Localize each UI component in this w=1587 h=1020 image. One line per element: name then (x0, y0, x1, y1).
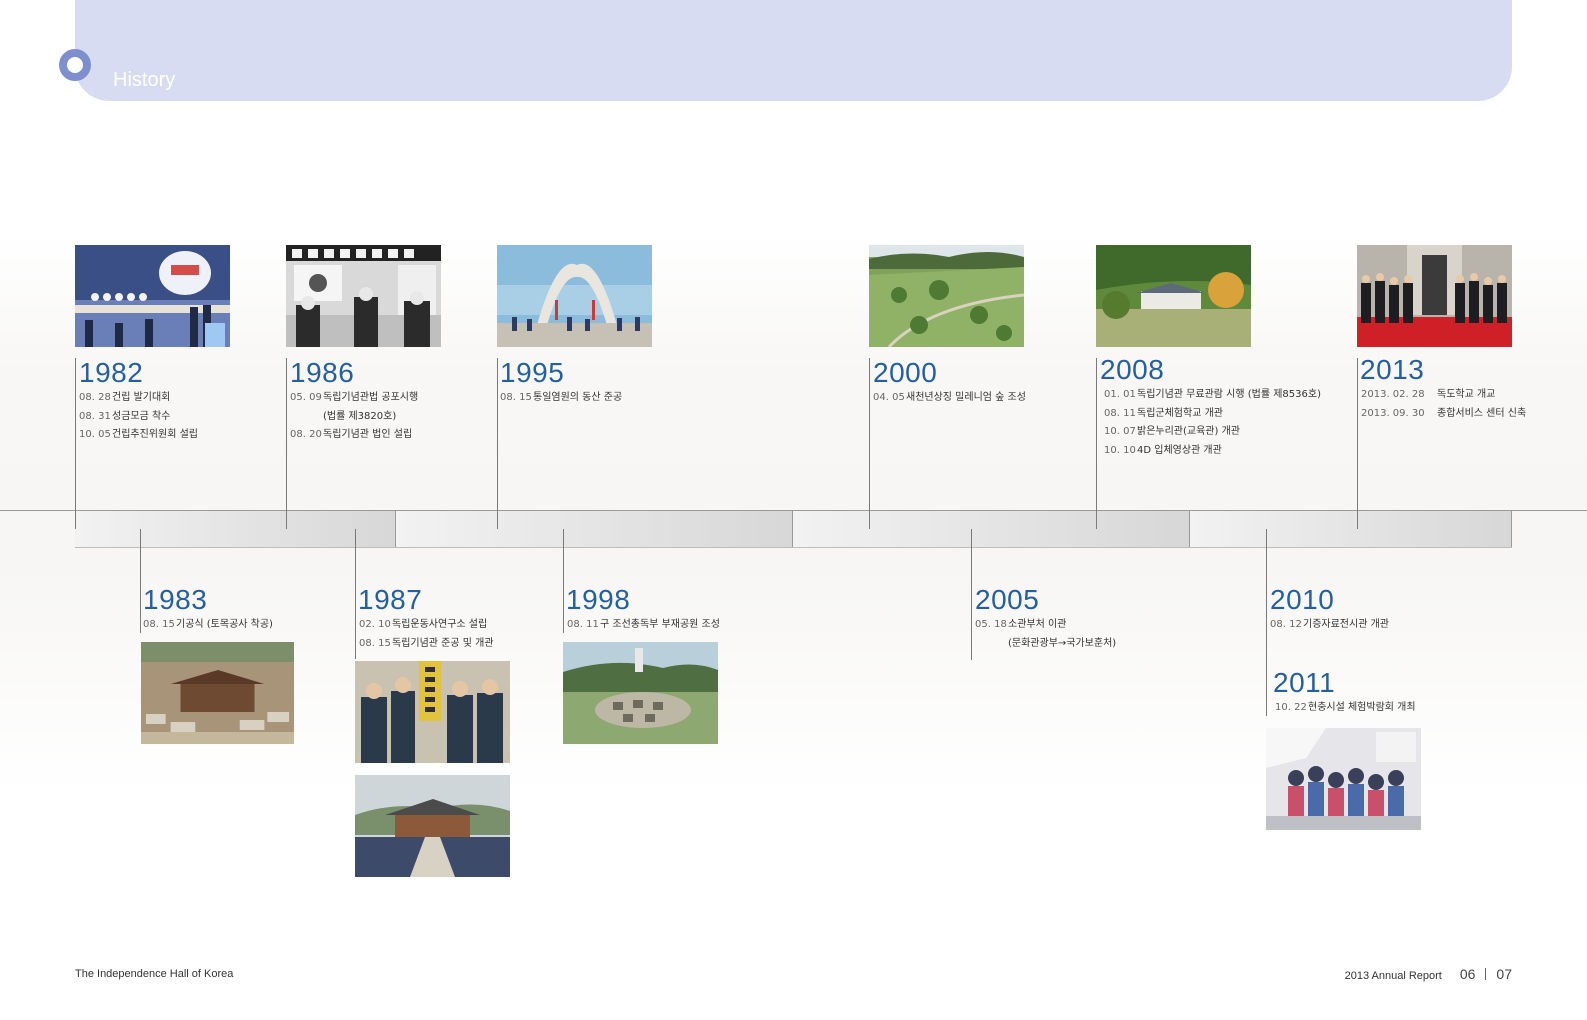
timeline-tick (563, 529, 564, 633)
year-1995: 1995 (500, 357, 565, 388)
year-2011: 2011 (1273, 667, 1336, 698)
list-item: 00. 00(법률 제3820호) (323, 410, 397, 422)
ring-icon (59, 49, 91, 81)
photo-1995-monument (497, 245, 652, 347)
list-item: 00. 00(문화관광부→국가보훈처) (1008, 637, 1117, 649)
timeline-tick (140, 529, 141, 633)
axis-segment (75, 511, 396, 548)
events-1982: 08. 28 건립 발기대회 08. 31 성금모금 착수 10. 05 건립추진위원… (79, 389, 198, 445)
photo-1986-meeting (286, 245, 441, 347)
events-2010: 08. 12 기증자료전시관 개관 (1270, 616, 1389, 635)
events-2008: 01. 01 독립기념관 무료관람 시행 (법률 제8536호) 08. 11 독립… (1104, 386, 1321, 461)
year-2000: 2000 (873, 357, 938, 388)
page-number-left: 06 (1459, 966, 1476, 982)
list-item: 08. 11 독립군체험학교 개관 (1104, 407, 1223, 419)
timeline-tick (75, 358, 76, 529)
events-1987: 02. 10 독립운동사연구소 설립 08. 15 독립기념관 준공 및 개관 (359, 616, 494, 653)
events-1998: 08. 11 구 조선총독부 부재공원 조성 (567, 616, 720, 635)
events-1995: 08. 15 통일염원의 동산 준공 (500, 389, 622, 408)
year-1982: 1982 (79, 357, 144, 388)
year-2008: 2008 (1100, 354, 1165, 385)
list-item: 08. 15 기공식 (토목공사 착공) (143, 619, 273, 630)
list-item: 02. 10 독립운동사연구소 설립 (359, 619, 488, 630)
timeline-tick (1096, 358, 1097, 529)
list-item: 05. 18 소관부처 이관 (975, 619, 1067, 630)
events-2013: 2013. 02. 28 독도학교 개교 2013. 09. 30 종합서비스 센터… (1361, 386, 1526, 423)
photo-1998-park (563, 642, 718, 744)
timeline-tick (1266, 529, 1267, 716)
photo-2008-building (1096, 245, 1251, 347)
footer-report-title: 2013 Annual Report (1344, 970, 1442, 982)
events-2000: 04. 05 새천년상징 밀레니엄 숲 조성 (873, 389, 1026, 408)
photo-2013-opening (1357, 245, 1512, 347)
timeline-tick (497, 358, 498, 529)
axis-segment (1190, 511, 1512, 548)
year-2005: 2005 (975, 584, 1040, 615)
events-2011: 10. 22 현충시설 체험박람회 개최 (1275, 699, 1416, 718)
list-item: 08. 12 기증자료전시관 개관 (1270, 619, 1389, 630)
year-2013: 2013 (1360, 354, 1425, 385)
header-band (75, 0, 1512, 101)
footer-organization: The Independence Hall of Korea (75, 968, 234, 980)
list-item: 08. 20 독립기념관 법인 설립 (290, 429, 413, 441)
list-item: 04. 05 새천년상징 밀레니엄 숲 조성 (873, 392, 1026, 403)
list-item: 01. 01 독립기념관 무료관람 시행 (법률 제8536호) (1104, 389, 1321, 400)
events-1983: 08. 15 기공식 (토목공사 착공) (143, 616, 273, 635)
list-item: 08. 31 성금모금 착수 (79, 410, 171, 422)
year-2010: 2010 (1270, 584, 1335, 615)
list-item: 2013. 02. 28 독도학교 개교 (1361, 389, 1496, 400)
photo-2011-expo (1266, 728, 1421, 830)
axis-segment (793, 511, 1190, 548)
page-divider (1485, 968, 1487, 980)
list-item: 10. 10 4D 입체영상관 개관 (1104, 445, 1222, 457)
photo-1983-construction (141, 642, 294, 744)
list-item: 05. 09 독립기념관법 공포시행 (290, 392, 419, 403)
list-item: 08. 11 구 조선총독부 부재공원 조성 (567, 619, 720, 630)
photo-2000-forest (869, 245, 1024, 347)
photo-1982-ceremony (75, 245, 230, 347)
year-1987: 1987 (358, 584, 423, 615)
photo-1987-hall-opening (355, 775, 510, 877)
events-1986: 05. 09독립기념관법 공포시행 00. 00(법률 제3820호) 08. … (290, 389, 418, 445)
axis-segment (396, 511, 793, 548)
list-item: 10. 05 건립추진위원회 설립 (79, 429, 198, 441)
footer-pagination: 2013 Annual Report 06 07 (1345, 966, 1512, 982)
timeline-tick (286, 358, 287, 529)
timeline-tick (869, 358, 870, 529)
year-1986: 1986 (290, 357, 355, 388)
year-1998: 1998 (566, 584, 631, 615)
list-item: 08. 15 독립기념관 준공 및 개관 (359, 637, 494, 649)
list-item: 08. 28 건립 발기대회 (79, 392, 171, 403)
list-item: 10. 22 현충시설 체험박람회 개최 (1275, 702, 1416, 713)
events-2005: 05. 18소관부처 이관 00. 00(문화관광부→국가보훈처) (975, 616, 1116, 653)
timeline-tick (1357, 358, 1358, 529)
year-1983: 1983 (143, 584, 208, 615)
list-item: 2013. 09. 30 종합서비스 센터 신축 (1361, 407, 1527, 419)
page-title: History (113, 69, 176, 91)
list-item: 08. 15 통일염원의 동산 준공 (500, 392, 623, 403)
list-item: 10. 07 밝은누리관(교육관) 개관 (1104, 426, 1240, 438)
timeline-tick (971, 529, 972, 660)
photo-1987-institute (355, 661, 510, 763)
timeline-tick (355, 529, 356, 659)
page-number-right: 07 (1496, 966, 1512, 982)
